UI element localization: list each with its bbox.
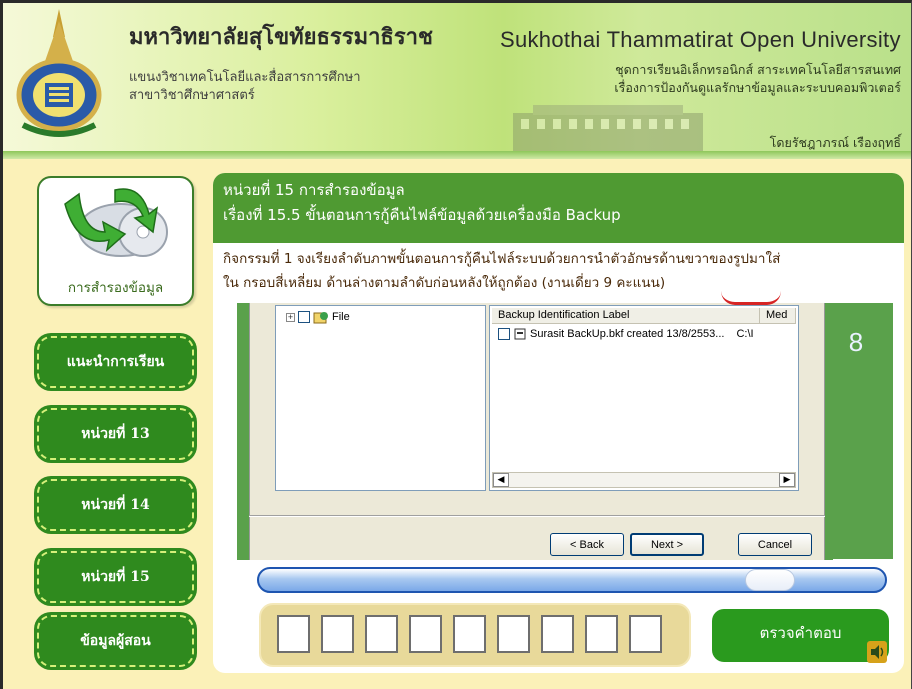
- image-slider-thumb[interactable]: [745, 569, 795, 591]
- backup-file-icon: [313, 312, 328, 324]
- backup-list-row[interactable]: Surasit BackUp.bkf created 13/8/2553... …: [498, 328, 754, 340]
- speaker-icon[interactable]: [867, 641, 887, 663]
- column-header-label[interactable]: Backup Identification Label: [492, 308, 760, 324]
- horizontal-scrollbar[interactable]: ◀ ▶: [492, 472, 796, 488]
- cancel-button[interactable]: Cancel: [738, 533, 812, 556]
- campus-building-image: [513, 105, 703, 151]
- column-header-media[interactable]: Med: [760, 308, 796, 324]
- backup-list-pane: Backup Identification Label Med Surasit …: [489, 305, 799, 491]
- row-checkbox[interactable]: [498, 328, 510, 340]
- restore-tree-pane: + File: [275, 305, 486, 491]
- activity-instructions: กิจกรรมที่ 1 จงเรียงลำดับภาพขั้นตอนการกู…: [223, 247, 903, 295]
- topic-card: การสำรองข้อมูล: [37, 176, 194, 306]
- university-title-thai: มหาวิทยาลัยสุโขทัยธรรมาธิราช: [129, 24, 433, 50]
- dialog-separator: [249, 515, 825, 517]
- instruction-line-1: กิจกรรมที่ 1 จงเรียงลำดับภาพขั้นตอนการกู…: [223, 251, 781, 267]
- restore-disc-icon: [64, 188, 168, 257]
- row-media: C:\I: [736, 328, 754, 340]
- answer-box[interactable]: [629, 615, 662, 653]
- department-subtitle: แขนงวิชาเทคโนโลยีและสื่อสารการศึกษา สาขา…: [129, 69, 361, 105]
- answer-box[interactable]: [541, 615, 574, 653]
- answer-box[interactable]: [497, 615, 530, 653]
- check-answer-button[interactable]: ตรวจคำตอบ: [712, 609, 889, 662]
- course-title: ชุดการเรียนอิเล็กทรอนิกส์ สาระเทคโนโลยีส…: [614, 61, 901, 97]
- answer-box[interactable]: [453, 615, 486, 653]
- course-line-1: ชุดการเรียนอิเล็กทรอนิกส์ สาระเทคโนโลยีส…: [615, 62, 901, 77]
- scroll-right-icon[interactable]: ▶: [779, 473, 795, 487]
- sidebar-item-unit-14[interactable]: หน่วยที่ 14: [37, 479, 194, 531]
- expand-icon[interactable]: +: [286, 312, 295, 322]
- lesson-title: เรื่องที่ 15.5 ขั้นตอนการกู้คืนไฟล์ข้อมู…: [223, 206, 621, 224]
- answer-box[interactable]: [409, 615, 442, 653]
- app-frame: มหาวิทยาลัยสุโขทัยธรรมาธิราช แขนงวิชาเทค…: [0, 0, 912, 689]
- course-line-2: เรื่องการป้องกันดูแลรักษาข้อมูลและระบบคอ…: [614, 80, 901, 95]
- author-credit: โดยรัชฎาภรณ์ เรืองฤทธิ์: [769, 135, 901, 150]
- unit-title: หน่วยที่ 15 การสำรองข้อมูล: [223, 181, 405, 199]
- answer-box[interactable]: [277, 615, 310, 653]
- instruction-line-2: ใน กรอบสี่เหลี่ยม ด้านล่างตามลำดับก่อนหล…: [223, 275, 666, 291]
- step-number: 8: [848, 327, 864, 357]
- faculty-line: สาขาวิชาศึกษาศาสตร์: [129, 88, 255, 103]
- scroll-left-icon[interactable]: ◀: [493, 473, 509, 487]
- sidebar-item-instructor[interactable]: ข้อมูลผู้สอน: [37, 615, 194, 667]
- tree-checkbox[interactable]: [298, 311, 310, 323]
- sidebar-item-unit-13[interactable]: หน่วยที่ 13: [37, 408, 194, 460]
- row-label: Surasit BackUp.bkf created 13/8/2553...: [530, 328, 725, 340]
- answer-box[interactable]: [585, 615, 618, 653]
- department-line: แขนงวิชาเทคโนโลยีและสื่อสารการศึกษา: [129, 70, 361, 85]
- answer-box[interactable]: [321, 615, 354, 653]
- header-banner: มหาวิทยาลัยสุโขทัยธรรมาธิราช แขนงวิชาเทค…: [3, 3, 911, 153]
- next-button[interactable]: Next >: [630, 533, 704, 556]
- university-logo: [16, 9, 102, 137]
- tree-item-label: File: [332, 311, 350, 323]
- header-divider: [3, 151, 911, 159]
- highlight-mark: [721, 291, 781, 305]
- tree-item-file[interactable]: + File: [286, 310, 350, 324]
- answer-box[interactable]: [365, 615, 398, 653]
- topic-label: การสำรองข้อมูล: [67, 280, 164, 296]
- backup-file-icon: [514, 328, 526, 340]
- university-title-english: Sukhothai Thammatirat Open University: [500, 27, 901, 52]
- back-button[interactable]: < Back: [550, 533, 624, 556]
- sidebar-item-intro[interactable]: แนะนำการเรียน: [37, 336, 194, 388]
- sidebar-item-unit-15[interactable]: หน่วยที่ 15: [37, 551, 194, 603]
